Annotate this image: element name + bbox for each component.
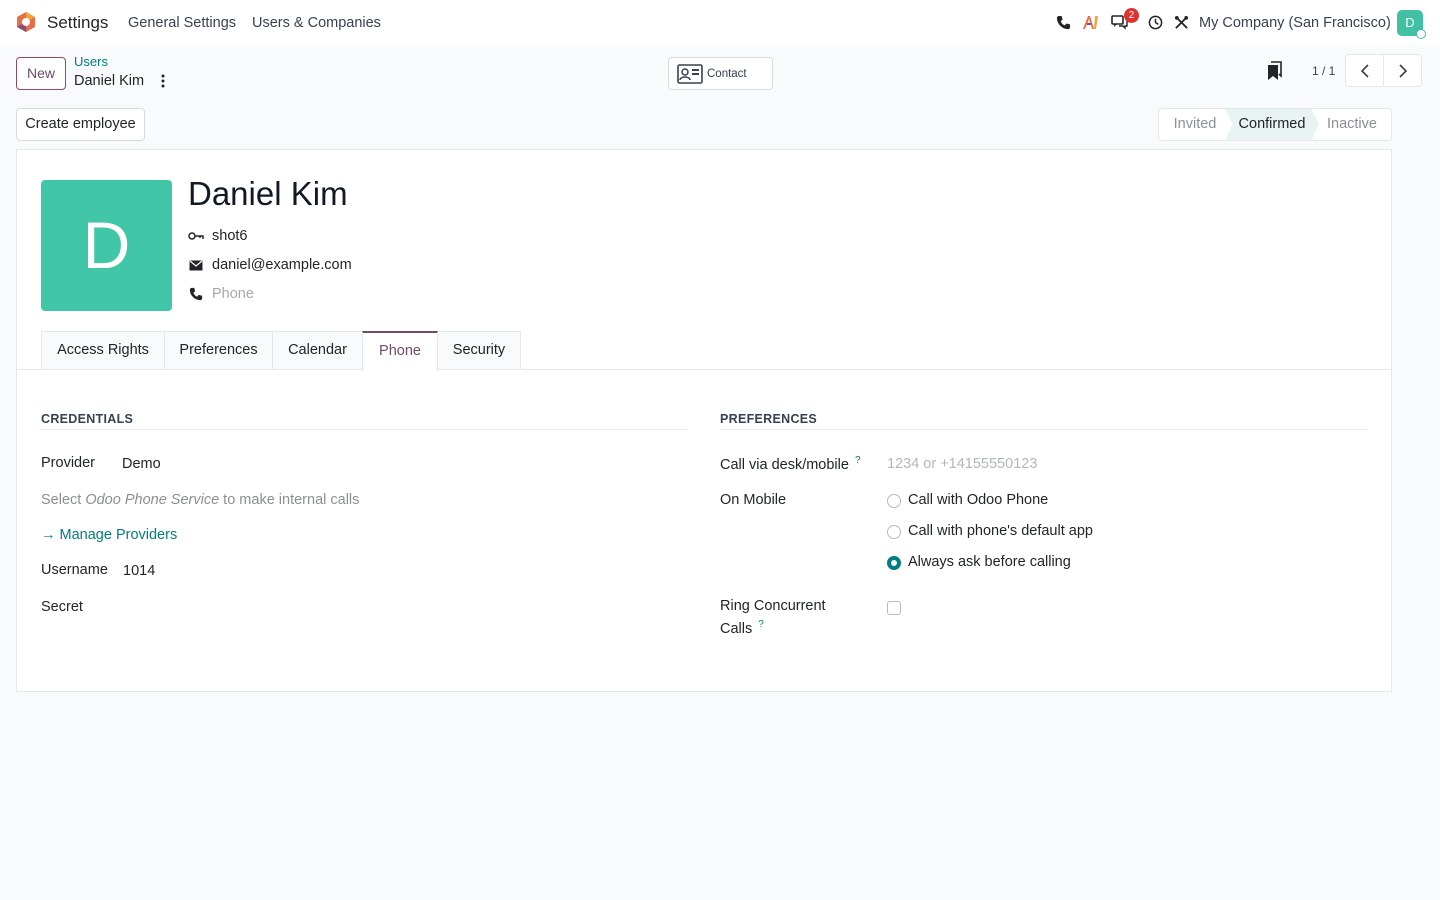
kebab-menu-icon[interactable] xyxy=(157,73,169,89)
tab-phone[interactable]: Phone xyxy=(362,331,438,371)
phone-input[interactable]: Phone xyxy=(212,286,254,302)
menu-users-companies[interactable]: Users & Companies xyxy=(252,15,381,31)
ring-concurrent-label-line2: Calls? xyxy=(720,619,764,637)
key-icon xyxy=(188,228,204,244)
call-via-label-text: Call via desk/mobile xyxy=(720,456,849,473)
clock-icon[interactable] xyxy=(1146,13,1164,31)
radio-default-app[interactable] xyxy=(887,525,901,539)
ring-calls-text: Calls xyxy=(720,620,753,637)
tab-calendar[interactable]: Calendar xyxy=(272,331,363,370)
credentials-title: CREDENTIALS xyxy=(41,412,134,426)
user-avatar-large[interactable]: D xyxy=(41,180,172,311)
email-value: daniel@example.com xyxy=(212,257,352,273)
top-navbar: Settings General Settings Users & Compan… xyxy=(0,0,1440,46)
envelope-icon xyxy=(188,257,204,273)
user-avatar-large-initial: D xyxy=(82,208,131,282)
secret-label: Secret xyxy=(41,599,83,615)
manage-providers-link[interactable]: → Manage Providers xyxy=(41,527,177,543)
new-button[interactable]: New xyxy=(16,57,66,90)
notebook-tabs: Access Rights Preferences Calendar Phone… xyxy=(41,331,521,371)
preferences-divider xyxy=(720,429,1367,430)
contact-label: Contact xyxy=(707,67,747,80)
status-inactive[interactable]: Inactive xyxy=(1315,109,1389,140)
provider-hint: Select Odoo Phone Service to make intern… xyxy=(41,492,359,508)
pager-previous-button[interactable] xyxy=(1345,54,1384,87)
status-invited[interactable]: Invited xyxy=(1159,109,1231,140)
tools-icon[interactable] xyxy=(1172,13,1190,31)
presence-indicator xyxy=(1416,29,1426,39)
on-mobile-label: On Mobile xyxy=(720,492,787,508)
ring-concurrent-label: Ring Concurrent xyxy=(720,598,826,614)
contact-card-icon xyxy=(677,63,703,84)
hint-service: Odoo Phone Service xyxy=(85,492,220,508)
hint-prefix: Select xyxy=(41,492,86,508)
user-avatar[interactable]: D xyxy=(1397,10,1426,39)
login-row[interactable]: shot6 xyxy=(188,228,247,244)
phone-icon[interactable] xyxy=(1054,13,1072,31)
tab-divider xyxy=(17,369,1391,370)
provider-label: Provider xyxy=(41,455,95,471)
status-bar: Invited Confirmed Inactive xyxy=(1158,108,1392,141)
credentials-divider xyxy=(41,429,688,430)
user-name-field[interactable]: Daniel Kim xyxy=(188,175,348,213)
pager-next-button[interactable] xyxy=(1383,54,1422,87)
call-via-label: Call via desk/mobile? xyxy=(720,455,861,473)
ring-concurrent-help-icon[interactable]: ? xyxy=(758,619,764,630)
radio-always-ask-label[interactable]: Always ask before calling xyxy=(908,554,1071,570)
pager-value[interactable]: 1 / 1 xyxy=(1312,64,1335,78)
hint-suffix: to make internal calls xyxy=(219,492,360,508)
username-field[interactable]: 1014 xyxy=(123,563,155,579)
menu-general-settings[interactable]: General Settings xyxy=(128,15,236,31)
username-label: Username xyxy=(41,562,108,578)
login-value: shot6 xyxy=(212,228,248,244)
tab-access-rights[interactable]: Access Rights xyxy=(41,331,165,370)
ai-icon[interactable] xyxy=(1082,13,1100,31)
tab-security[interactable]: Security xyxy=(437,331,521,370)
chevron-left-icon xyxy=(1360,63,1369,78)
phone-field-icon xyxy=(188,286,204,302)
status-confirmed[interactable]: Confirmed xyxy=(1225,109,1319,140)
breadcrumb-current: Daniel Kim xyxy=(74,73,145,89)
contact-smart-button[interactable]: Contact xyxy=(668,57,773,90)
call-via-input[interactable]: 1234 or +14155550123 xyxy=(887,456,1037,472)
call-via-help-icon[interactable]: ? xyxy=(855,455,861,466)
create-employee-button[interactable]: Create employee xyxy=(16,108,145,141)
bookmark-icon[interactable] xyxy=(1266,61,1284,81)
app-name[interactable]: Settings xyxy=(47,13,108,33)
phone-row[interactable]: Phone xyxy=(188,286,254,302)
provider-field[interactable]: Demo xyxy=(122,456,161,472)
chevron-right-icon xyxy=(1398,63,1407,78)
radio-odoo-phone[interactable] xyxy=(887,494,901,508)
form-sheet: D Daniel Kim shot6 daniel@example.com Ph… xyxy=(16,149,1392,692)
radio-always-ask[interactable] xyxy=(887,556,901,570)
radio-default-app-label[interactable]: Call with phone's default app xyxy=(908,523,1093,539)
breadcrumb-users[interactable]: Users xyxy=(74,54,108,69)
messages-badge: 2 xyxy=(1124,8,1139,23)
radio-odoo-phone-label[interactable]: Call with Odoo Phone xyxy=(908,492,1048,508)
ring-concurrent-checkbox[interactable] xyxy=(887,601,901,615)
preferences-title: PREFERENCES xyxy=(720,412,818,426)
app-logo-icon[interactable] xyxy=(15,11,37,33)
email-row[interactable]: daniel@example.com xyxy=(188,257,352,273)
tab-preferences[interactable]: Preferences xyxy=(164,331,273,370)
user-avatar-initial: D xyxy=(1405,15,1415,30)
company-switcher[interactable]: My Company (San Francisco) xyxy=(1199,15,1391,31)
secret-field[interactable] xyxy=(123,599,683,619)
